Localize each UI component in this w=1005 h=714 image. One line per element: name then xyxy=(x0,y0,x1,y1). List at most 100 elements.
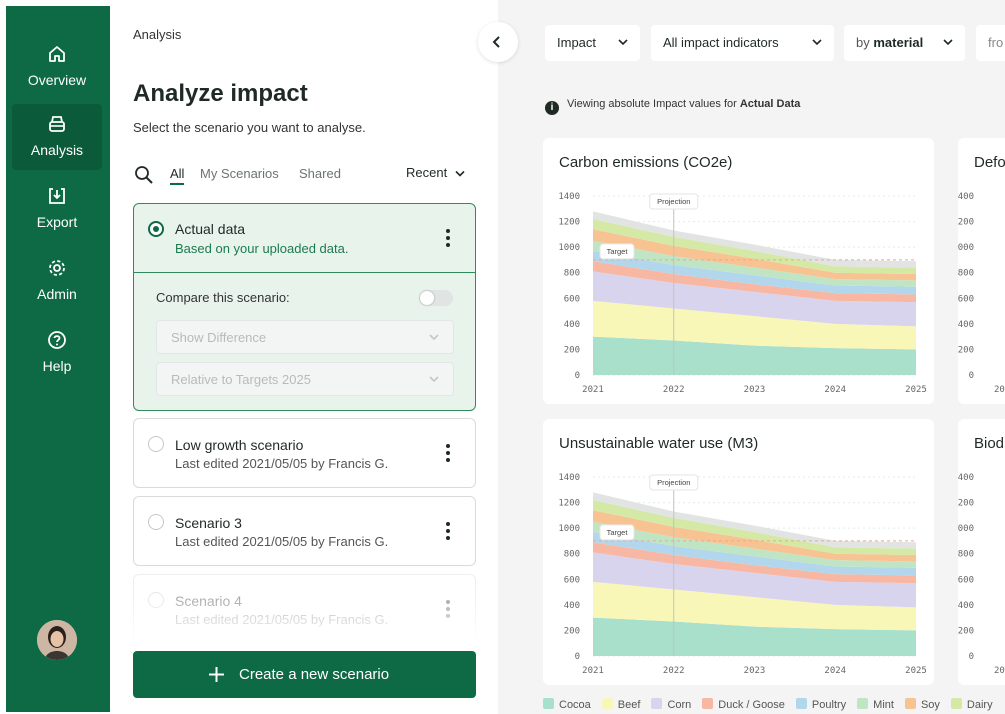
sort-dropdown[interactable]: Recent xyxy=(406,165,465,180)
compare-toggle[interactable] xyxy=(419,290,453,306)
y-tick-label: 0 xyxy=(575,652,580,662)
nav-label: Export xyxy=(36,214,78,230)
sidebar-nav: Overview Analysis Export Admin Help xyxy=(6,6,110,712)
search-icon[interactable] xyxy=(134,165,154,185)
scenario-card[interactable]: Scenario 4 Last edited 2021/05/05 by Fra… xyxy=(133,574,476,644)
y-tick-label: 1200 xyxy=(958,218,974,228)
group-by-dropdown[interactable]: by material xyxy=(844,25,965,61)
y-tick-label: 200 xyxy=(564,345,580,355)
y-tick-label: 0 xyxy=(969,371,974,381)
y-tick-label: 800 xyxy=(564,269,580,279)
chevron-left-icon xyxy=(492,36,500,48)
projection-label: Projection xyxy=(657,478,690,487)
legend-swatch xyxy=(543,698,554,709)
x-tick-label: 2021 xyxy=(582,385,604,395)
legend-item[interactable]: Mint xyxy=(857,698,894,711)
x-tick-label: 2021 xyxy=(994,385,1005,395)
show-difference-dropdown[interactable]: Show Difference xyxy=(156,320,454,354)
target-label: Target xyxy=(607,528,629,537)
page-subtitle: Select the scenario you want to analyse. xyxy=(133,120,366,135)
legend-item[interactable]: Dairy xyxy=(950,698,993,711)
legend-label: Beef xyxy=(617,699,641,711)
projection-label: Projection xyxy=(657,197,690,206)
x-tick-label: 2021 xyxy=(582,666,604,676)
scenario-radio[interactable] xyxy=(148,221,164,237)
from-year-dropdown[interactable]: fro xyxy=(976,25,1005,61)
legend-item[interactable]: Soy xyxy=(904,698,940,711)
nav-item-analysis[interactable]: Analysis xyxy=(12,104,102,170)
legend-item[interactable]: Poultry xyxy=(795,698,846,711)
info-bold: Actual Data xyxy=(739,98,801,110)
y-tick-label: 1400 xyxy=(958,192,974,202)
nav-item-help[interactable]: Help xyxy=(12,320,102,386)
legend-swatch xyxy=(702,698,714,709)
create-scenario-button[interactable]: Create a new scenario xyxy=(133,651,476,698)
y-tick-label: 600 xyxy=(958,575,974,585)
more-options-icon[interactable] xyxy=(445,444,451,464)
dropdown-value: Show Difference xyxy=(171,330,267,345)
breadcrumb[interactable]: Analysis xyxy=(133,27,181,42)
impact-dropdown[interactable]: Impact xyxy=(545,25,640,61)
nav-item-overview[interactable]: Overview xyxy=(12,34,102,100)
scenario-radio[interactable] xyxy=(148,514,164,530)
dropdown-value: fro xyxy=(988,35,1004,50)
nav-item-export[interactable]: Export xyxy=(12,176,102,242)
more-options-icon[interactable] xyxy=(445,522,451,542)
chevron-down-icon xyxy=(429,334,439,341)
info-icon: i xyxy=(545,101,559,115)
scenario-panel: Analysis Analyze impact Select the scena… xyxy=(110,0,498,714)
legend-item[interactable]: Beef xyxy=(601,698,641,711)
gear-icon xyxy=(49,260,65,276)
y-tick-label: 1400 xyxy=(958,473,974,483)
more-options-icon[interactable] xyxy=(445,600,451,620)
page-title: Analyze impact xyxy=(133,80,308,107)
chevron-down-icon xyxy=(943,39,953,46)
y-tick-label: 1200 xyxy=(558,218,580,228)
tab-all[interactable]: All xyxy=(170,166,185,185)
tab-shared[interactable]: Shared xyxy=(299,166,341,181)
legend-item[interactable]: Duck / Goose xyxy=(702,698,785,711)
chart-card-partial[interactable]: Defo 02004006008001000120014002021 xyxy=(958,138,1005,404)
scenario-card-actual-data[interactable]: Actual data Based on your uploaded data.… xyxy=(133,203,476,411)
indicators-dropdown[interactable]: All impact indicators xyxy=(651,25,834,61)
chevron-down-icon xyxy=(429,376,439,383)
legend-label: Mint xyxy=(873,699,894,711)
y-tick-label: 200 xyxy=(958,626,974,636)
y-tick-label: 200 xyxy=(564,626,580,636)
legend-label: Corn xyxy=(667,699,692,711)
tab-my-scenarios[interactable]: My Scenarios xyxy=(200,166,279,181)
legend-swatch xyxy=(857,698,869,709)
legend-label: Cocoa xyxy=(559,699,591,711)
chevron-down-icon xyxy=(812,39,822,46)
avatar[interactable] xyxy=(37,620,77,660)
nav-item-admin[interactable]: Admin xyxy=(12,248,102,314)
scenario-radio[interactable] xyxy=(148,436,164,452)
export-icon xyxy=(49,188,65,204)
chart-card-water[interactable]: Unsustainable water use (M3) 0 200 400 600 8… xyxy=(543,419,934,685)
scenario-subtitle: Last edited 2021/05/05 by Francis G. xyxy=(175,612,389,627)
inbox-icon xyxy=(49,116,65,132)
legend-label: Soy xyxy=(920,699,940,711)
legend-item[interactable]: Cocoa xyxy=(543,698,591,711)
y-tick-label: 400 xyxy=(564,601,580,611)
x-tick-label: 2022 xyxy=(663,666,685,676)
y-tick-label: 200 xyxy=(958,345,974,355)
chart-card-carbon[interactable]: Carbon emissions (CO2e) 0 200 400 600 800 100… xyxy=(543,138,934,404)
collapse-panel-button[interactable] xyxy=(478,22,518,62)
y-tick-label: 400 xyxy=(564,320,580,330)
scenario-subtitle: Based on your uploaded data. xyxy=(175,241,349,256)
scenario-card[interactable]: Scenario 3 Last edited 2021/05/05 by Fra… xyxy=(133,496,476,566)
legend-swatch xyxy=(601,698,613,709)
chart-card-partial[interactable]: Biod 02004006008001000120014002021 xyxy=(958,419,1005,685)
y-tick-label: 600 xyxy=(958,294,974,304)
legend-item[interactable]: Corn xyxy=(651,698,691,711)
partial-chart: 0 200 400 600 800 1000 1200 1400 2021 xyxy=(958,473,1005,676)
more-options-icon[interactable] xyxy=(445,229,451,249)
x-tick-label: 2023 xyxy=(744,666,766,676)
legend-label: Dairy xyxy=(966,699,993,711)
x-tick-label: 2024 xyxy=(824,385,846,395)
scenario-radio[interactable] xyxy=(148,592,164,608)
scenario-card[interactable]: Low growth scenario Last edited 2021/05/… xyxy=(133,418,476,488)
y-tick-label: 800 xyxy=(958,550,974,560)
relative-to-dropdown[interactable]: Relative to Targets 2025 xyxy=(156,362,454,396)
